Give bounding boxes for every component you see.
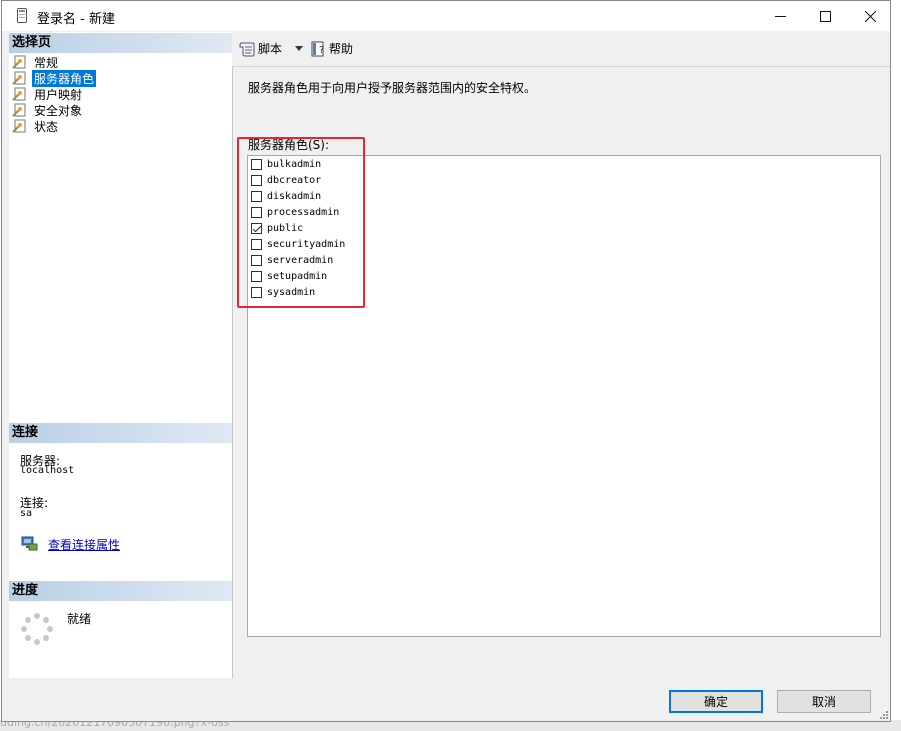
nav-item-label: 常规 [34,55,59,70]
page-wrench-icon [12,119,26,133]
minimize-button[interactable] [757,1,803,31]
ok-button[interactable]: 确定 [669,690,763,713]
page-wrench-icon [12,87,26,101]
maximize-button[interactable] [802,1,848,31]
cancel-button[interactable]: 取消 [777,690,871,713]
progress-status: 就绪 [67,612,92,626]
connection-value: sa [20,508,33,519]
script-button[interactable]: 脚本 [239,40,282,57]
page-description: 服务器角色用于向用户授予服务器范围内的安全特权。 [248,81,537,95]
nav-item-label: 状态 [34,119,59,134]
window-title: 登录名 - 新建 [37,12,115,27]
toolbar: 脚本 ? 帮助 [232,32,890,67]
nav-item-general[interactable]: 常规 [12,54,60,70]
dropdown-arrow-icon[interactable] [295,46,303,51]
help-book-icon: ? [311,41,324,56]
minimize-icon [774,15,786,17]
database-icon [17,8,27,23]
progress-header: 进度 [9,581,232,601]
view-connection-properties-link[interactable]: 查看连接属性 [48,536,120,553]
nav-item-status[interactable]: 状态 [12,118,60,134]
script-label: 脚本 [258,42,283,56]
progress-spinner-icon [21,613,53,645]
title-bar: 登录名 - 新建 [2,1,890,31]
resize-grip-icon[interactable] [878,709,888,719]
left-panel: 选择页 常规 服务器角色 用户映射 安全对象 状态 连接 服务器: localh… [9,32,233,678]
help-button[interactable]: ? 帮助 [310,40,353,57]
nav-item-label: 服务器角色 [32,69,97,87]
page-wrench-icon [12,55,26,69]
connection-header: 连接 [9,423,232,443]
highlight-annotation-box [237,137,365,308]
nav-item-label: 用户映射 [34,87,83,102]
nav-item-label: 安全对象 [34,103,83,118]
nav-item-server-roles[interactable]: 服务器角色 [12,69,97,87]
background-editor-right [891,0,901,731]
script-icon [239,42,255,56]
select-page-header: 选择页 [9,33,232,53]
page-wrench-icon [12,71,26,85]
svg-text:?: ? [319,45,324,56]
connection-properties-icon [21,536,38,551]
login-new-dialog: 登录名 - 新建 选择页 常规 服务器角色 用户映射 安全对象 状态 连接 服务… [1,0,891,722]
nav-item-user-mapping[interactable]: 用户映射 [12,86,84,102]
help-label: 帮助 [329,42,354,56]
close-button[interactable] [847,1,893,31]
server-value: localhost [20,465,75,476]
maximize-icon [819,10,831,22]
nav-item-securables[interactable]: 安全对象 [12,102,84,118]
page-wrench-icon [12,103,26,117]
close-icon [864,10,876,22]
